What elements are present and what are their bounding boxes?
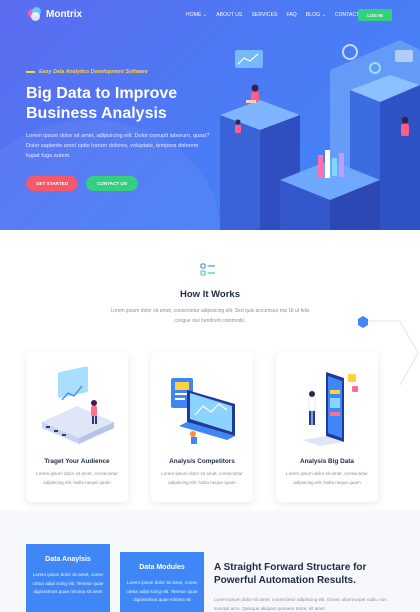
features-heading: A Straight Forward Structare for Powerfu… xyxy=(214,562,367,586)
nav-item-faq[interactable]: FAQ xyxy=(286,12,296,18)
competitors-illustration xyxy=(171,378,235,444)
top-navigation: Montrix HOME ⌄ ABOUT US SERVICES FAQ BLO… xyxy=(0,0,420,30)
card-text: Lorem ipsum dolor sit amet, consectetur … xyxy=(286,471,368,485)
feature-card-text: Lorem ipsum dolor sit amet, conse ctetur… xyxy=(32,572,104,594)
card-target-audience[interactable]: Traget Your Audience Lorem ipsum dolor s… xyxy=(26,352,128,502)
tagline-text: Easy Data Analytics Development Software xyxy=(39,69,148,75)
logo[interactable]: Montrix xyxy=(28,7,82,21)
hero-tagline: Easy Data Analytics Development Software xyxy=(26,69,148,75)
page: Montrix HOME ⌄ ABOUT US SERVICES FAQ BLO… xyxy=(0,0,420,612)
hero-illustration xyxy=(220,40,420,230)
hero-description: Lorem ipsum dolor sit amet, adipisicing … xyxy=(26,133,210,159)
how-it-works-description: Lorem ipsum dolor sit amet, consectetur … xyxy=(110,308,310,324)
how-it-works-icon xyxy=(200,263,215,276)
nav-item-contact[interactable]: CONTACT xyxy=(335,12,360,18)
features-description: Lorem ipsum dolor sit amet, consectetur … xyxy=(214,597,387,611)
get-started-button[interactable]: GET STARTED xyxy=(26,176,78,191)
nav-item-home[interactable]: HOME ⌄ xyxy=(186,12,207,18)
nav-item-blog[interactable]: BLOG ⌄ xyxy=(306,12,326,18)
nav-item-services[interactable]: SERVICES xyxy=(251,12,277,18)
card-text: Lorem ipsum dolor sit amet, consectetur … xyxy=(36,471,118,485)
nav-item-about[interactable]: ABOUT US xyxy=(216,12,242,18)
main-menu: HOME ⌄ ABOUT US SERVICES FAQ BLOG ⌄ CONT… xyxy=(186,12,368,18)
big-data-illustration xyxy=(302,372,358,446)
card-title: Analysis Competitors xyxy=(169,458,235,465)
logo-text: Montrix xyxy=(46,8,83,20)
hero-title: Big Data to Improve Business Analysis xyxy=(26,85,178,122)
feature-card-data-analysis[interactable]: Data Anaylsis Lorem ipsum dolor sit amet… xyxy=(26,544,110,612)
how-it-works-title: How It Works xyxy=(180,289,240,300)
logo-icon xyxy=(28,7,42,21)
card-text: Lorem ipsum dolor sit amet, consectetur … xyxy=(161,471,243,485)
card-title: Analysis Big Data xyxy=(300,458,354,465)
feature-card-title: Data Modules xyxy=(139,564,185,571)
card-analysis-competitors[interactable]: Analysis Competitors Lorem ipsum dolor s… xyxy=(151,352,253,502)
card-analysis-big-data[interactable]: Analysis Big Data Lorem ipsum dolor sit … xyxy=(276,352,378,502)
audience-illustration xyxy=(42,366,114,444)
login-button[interactable]: LOG IN xyxy=(358,9,392,21)
feature-card-data-modules[interactable]: Data Modules Lorem ipsum dolor sit amet,… xyxy=(120,552,204,612)
feature-card-text: Lorem ipsum dolor sit amet, conse ctetur… xyxy=(126,580,198,602)
card-title: Traget Your Audience xyxy=(44,458,110,465)
contact-us-button[interactable]: CONTACT US xyxy=(86,176,138,191)
tagline-bar xyxy=(26,71,35,73)
hero-section: Montrix HOME ⌄ ABOUT US SERVICES FAQ BLO… xyxy=(0,0,420,230)
how-it-works-cards: Traget Your Audience Lorem ipsum dolor s… xyxy=(26,352,394,502)
feature-card-title: Data Anaylsis xyxy=(45,556,91,563)
